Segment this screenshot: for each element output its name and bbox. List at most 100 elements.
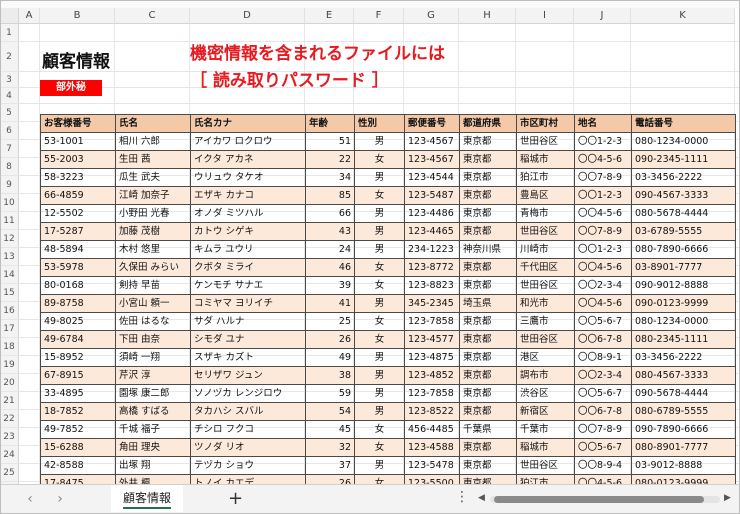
column-header-J[interactable]: J	[574, 8, 631, 24]
table-cell[interactable]: トノイ カエデ	[190, 474, 306, 484]
table-cell[interactable]: 17-5287	[40, 222, 116, 241]
table-cell[interactable]: 123-5478	[404, 456, 460, 475]
table-cell[interactable]: 女	[354, 258, 405, 277]
table-cell[interactable]: 千葉市	[516, 420, 575, 439]
table-cell[interactable]: 東京都	[459, 366, 517, 385]
table-cell[interactable]: 川崎市	[516, 240, 575, 259]
table-cell[interactable]: 東京都	[459, 456, 517, 475]
table-cell[interactable]: ソノヅカ レンジロウ	[190, 384, 306, 403]
table-cell[interactable]: 〇〇4-5-6	[574, 294, 632, 313]
table-cell[interactable]: 狛江市	[516, 474, 575, 484]
table-cell[interactable]: 123-7858	[404, 384, 460, 403]
table-cell[interactable]: 男	[354, 240, 405, 259]
table-cell[interactable]: 12-5502	[40, 204, 116, 223]
table-cell[interactable]: 世田谷区	[516, 456, 575, 475]
table-cell[interactable]: 出塚 翔	[115, 456, 191, 475]
table-cell[interactable]: スザキ カズト	[190, 348, 306, 367]
table-cell[interactable]: 男	[354, 348, 405, 367]
table-cell[interactable]: 123-4588	[404, 438, 460, 457]
table-cell[interactable]: コミヤマ ヨリイチ	[190, 294, 306, 313]
chevron-right-icon[interactable]: ›	[52, 491, 68, 507]
table-cell[interactable]: 123-4544	[404, 168, 460, 187]
table-cell[interactable]: 〇〇1-2-3	[574, 186, 632, 205]
table-cell[interactable]: 角田 理央	[115, 438, 191, 457]
table-cell[interactable]: ウリュウ タケオ	[190, 168, 306, 187]
table-cell[interactable]: 東京都	[459, 150, 517, 169]
table-cell[interactable]: 456-4485	[404, 420, 460, 439]
table-cell[interactable]: 千城 福子	[115, 420, 191, 439]
table-cell[interactable]: 41	[305, 294, 355, 313]
column-header-G[interactable]: G	[404, 8, 459, 24]
table-cell[interactable]: 39	[305, 276, 355, 295]
table-cell[interactable]: 53-5978	[40, 258, 116, 277]
table-cell[interactable]: シモダ ユナ	[190, 330, 306, 349]
table-cell[interactable]: 和光市	[516, 294, 575, 313]
table-cell[interactable]: 48-5894	[40, 240, 116, 259]
row-header-25[interactable]: 25	[0, 464, 19, 482]
table-cell[interactable]: 123-5487	[404, 186, 460, 205]
table-cell[interactable]: 東京都	[459, 402, 517, 421]
table-cell[interactable]: 〇〇8-9-4	[574, 456, 632, 475]
row-header-22[interactable]: 22	[0, 410, 19, 428]
row-header-5[interactable]: 5	[0, 104, 19, 122]
table-cell[interactable]: 090-4567-3333	[631, 186, 736, 205]
column-label[interactable]: 電話番号	[631, 114, 736, 133]
table-cell[interactable]: 〇〇6-7-8	[574, 330, 632, 349]
table-cell[interactable]: 東京都	[459, 204, 517, 223]
table-cell[interactable]: 〇〇5-6-7	[574, 438, 632, 457]
table-cell[interactable]: 49	[305, 348, 355, 367]
row-header-1[interactable]: 1	[0, 24, 19, 42]
table-cell[interactable]: サダ ハルナ	[190, 312, 306, 331]
table-cell[interactable]: 江崎 加奈子	[115, 186, 191, 205]
table-cell[interactable]: 女	[354, 438, 405, 457]
table-cell[interactable]: 〇〇1-2-3	[574, 240, 632, 259]
table-cell[interactable]: 〇〇5-6-7	[574, 384, 632, 403]
scroll-left-icon[interactable]: ◀	[478, 493, 485, 503]
table-cell[interactable]: 久保田 みらい	[115, 258, 191, 277]
table-cell[interactable]: 080-2345-1111	[631, 330, 736, 349]
table-cell[interactable]: 女	[354, 312, 405, 331]
table-cell[interactable]: 080-0123-9999	[631, 474, 736, 484]
table-cell[interactable]: 55-2003	[40, 150, 116, 169]
table-cell[interactable]: 男	[354, 402, 405, 421]
table-cell[interactable]: 33-4895	[40, 384, 116, 403]
table-cell[interactable]: 49-8025	[40, 312, 116, 331]
column-header-A[interactable]: A	[19, 8, 40, 24]
table-cell[interactable]: タカハシ スバル	[190, 402, 306, 421]
table-cell[interactable]: 〇〇1-2-3	[574, 132, 632, 151]
column-label[interactable]: 氏名カナ	[190, 114, 306, 133]
table-cell[interactable]: 〇〇4-5-6	[574, 258, 632, 277]
table-cell[interactable]: 37	[305, 456, 355, 475]
table-cell[interactable]: 男	[354, 132, 405, 151]
table-cell[interactable]: 稲城市	[516, 438, 575, 457]
table-cell[interactable]: 15-8952	[40, 348, 116, 367]
sheet-tab-customer[interactable]: 顧客情報	[111, 485, 183, 512]
table-cell[interactable]: 園塚 康二郎	[115, 384, 191, 403]
column-header-E[interactable]: E	[305, 8, 354, 24]
table-cell[interactable]: 女	[354, 474, 405, 484]
table-cell[interactable]: 埼玉県	[459, 294, 517, 313]
table-cell[interactable]: イクタ アカネ	[190, 150, 306, 169]
table-cell[interactable]: 青梅市	[516, 204, 575, 223]
column-label[interactable]: 市区町村	[516, 114, 575, 133]
row-header-16[interactable]: 16	[0, 302, 19, 320]
table-cell[interactable]: 15-6288	[40, 438, 116, 457]
table-cell[interactable]: 剣持 早苗	[115, 276, 191, 295]
table-cell[interactable]: 24	[305, 240, 355, 259]
table-cell[interactable]: 東京都	[459, 348, 517, 367]
table-cell[interactable]: 123-8522	[404, 402, 460, 421]
table-cell[interactable]: 東京都	[459, 168, 517, 187]
table-cell[interactable]: 瓜生 武夫	[115, 168, 191, 187]
table-cell[interactable]: 調布市	[516, 366, 575, 385]
table-cell[interactable]: 123-4852	[404, 366, 460, 385]
table-cell[interactable]: 男	[354, 204, 405, 223]
table-cell[interactable]: 89-8758	[40, 294, 116, 313]
table-cell[interactable]: 59	[305, 384, 355, 403]
table-cell[interactable]: エザキ カナコ	[190, 186, 306, 205]
table-cell[interactable]: 80-0168	[40, 276, 116, 295]
table-cell[interactable]: 49-7852	[40, 420, 116, 439]
table-cell[interactable]: 〇〇4-5-6	[574, 150, 632, 169]
row-header-17[interactable]: 17	[0, 320, 19, 338]
column-header-B[interactable]: B	[40, 8, 115, 24]
table-cell[interactable]: 豊島区	[516, 186, 575, 205]
